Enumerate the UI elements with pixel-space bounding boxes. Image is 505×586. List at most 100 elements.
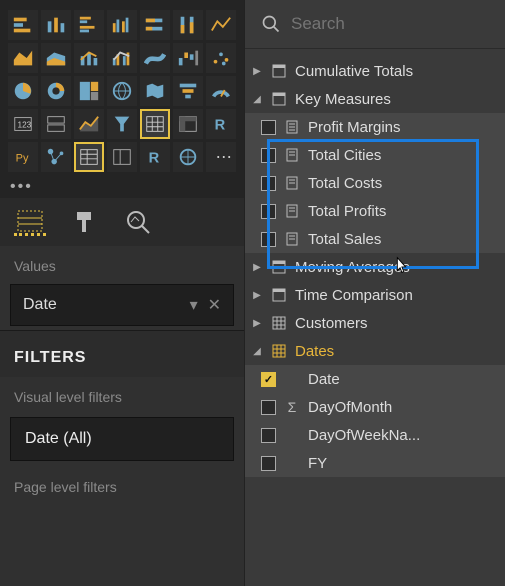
- viz-card-icon[interactable]: 123: [8, 109, 38, 139]
- field-profit-margins[interactable]: Profit Margins: [245, 113, 505, 141]
- viz-slicer-icon[interactable]: [107, 109, 137, 139]
- collapse-icon[interactable]: ◢: [251, 94, 263, 105]
- field-total-costs[interactable]: Total Costs: [245, 169, 505, 197]
- viz-python-icon[interactable]: Py: [8, 142, 38, 172]
- field-fy[interactable]: FY: [245, 449, 505, 477]
- values-dropdown-icon[interactable]: ▾: [190, 295, 198, 315]
- checkbox[interactable]: [261, 428, 276, 443]
- field-total-sales[interactable]: Total Sales: [245, 225, 505, 253]
- expand-icon[interactable]: ▶: [251, 290, 263, 301]
- table-icon: [271, 343, 287, 359]
- viz-clustered-bar-icon[interactable]: [74, 10, 104, 40]
- viz-kpi-icon[interactable]: [74, 109, 104, 139]
- viz-scatter-icon[interactable]: [206, 43, 236, 73]
- field-tree: ▶ Cumulative Totals ◢ Key Measures Profi…: [245, 49, 505, 586]
- viz-donut-icon[interactable]: [41, 76, 71, 106]
- field-total-cities[interactable]: Total Cities: [245, 141, 505, 169]
- node-label: DayOfMonth: [308, 399, 392, 416]
- node-label: FY: [308, 455, 327, 472]
- viz-ribbon-icon[interactable]: [140, 43, 170, 73]
- viz-r-script-icon[interactable]: R: [206, 109, 236, 139]
- viz-line-clustered-column-icon[interactable]: [107, 43, 137, 73]
- node-label: Date: [308, 371, 340, 388]
- table-moving-averages[interactable]: ▶ Moving Averages: [245, 253, 505, 281]
- table-key-measures[interactable]: ◢ Key Measures: [245, 85, 505, 113]
- search-input[interactable]: [291, 14, 505, 34]
- svg-text:R: R: [215, 118, 226, 134]
- viz-multi-row-card-icon[interactable]: [41, 109, 71, 139]
- viz-gauge-icon[interactable]: [206, 76, 236, 106]
- table-customers[interactable]: ▶ Customers: [245, 309, 505, 337]
- measure-icon: [284, 231, 300, 247]
- viz-funnel-icon[interactable]: [173, 76, 203, 106]
- checkbox[interactable]: [261, 456, 276, 471]
- viz-table-icon[interactable]: [140, 109, 170, 139]
- expand-icon[interactable]: ▶: [251, 318, 263, 329]
- viz-line-icon[interactable]: [206, 10, 236, 40]
- viz-map-icon[interactable]: [107, 76, 137, 106]
- node-label: Profit Margins: [308, 119, 401, 136]
- table-time-comparison[interactable]: ▶ Time Comparison: [245, 281, 505, 309]
- checkbox[interactable]: [261, 400, 276, 415]
- viz-custom-visual-icon[interactable]: [74, 142, 104, 172]
- checkbox[interactable]: [261, 120, 276, 135]
- search-row: [245, 0, 505, 49]
- viz-stacked-bar-icon[interactable]: [8, 10, 38, 40]
- node-label: Total Sales: [308, 231, 381, 248]
- fields-tab[interactable]: [14, 208, 46, 236]
- viz-treemap-icon[interactable]: [74, 76, 104, 106]
- viz-arcgis-icon[interactable]: [173, 142, 203, 172]
- checkbox[interactable]: [261, 232, 276, 247]
- node-label: Dates: [295, 343, 334, 360]
- expand-icon[interactable]: ▶: [251, 262, 263, 273]
- viz-filled-map-icon[interactable]: [140, 76, 170, 106]
- visual-filter-item[interactable]: Date (All): [10, 417, 234, 461]
- viz-100-stacked-column-icon[interactable]: [173, 10, 203, 40]
- field-day-of-week[interactable]: DayOfWeekNa...: [245, 421, 505, 449]
- node-label: Moving Averages: [295, 259, 410, 276]
- node-label: Total Costs: [308, 175, 382, 192]
- viz-waterfall-icon[interactable]: [173, 43, 203, 73]
- measure-table-icon: [271, 91, 287, 107]
- checkbox[interactable]: [261, 176, 276, 191]
- node-label: Key Measures: [295, 91, 391, 108]
- viz-qna-icon[interactable]: R: [140, 142, 170, 172]
- expand-icon[interactable]: ▶: [251, 66, 263, 77]
- values-well[interactable]: Date ▾ ✕: [10, 284, 234, 326]
- viz-gallery: 123 R Py R ⋯: [0, 0, 244, 176]
- checkbox[interactable]: [261, 148, 276, 163]
- measure-icon: [284, 175, 300, 191]
- checkbox-checked[interactable]: ✓: [261, 372, 276, 387]
- table-dates[interactable]: ◢ Dates: [245, 337, 505, 365]
- analytics-tab[interactable]: [122, 208, 154, 236]
- values-remove-icon[interactable]: ✕: [208, 295, 221, 315]
- viz-stacked-column-icon[interactable]: [41, 10, 71, 40]
- visual-filters-label: Visual level filters: [0, 377, 244, 411]
- svg-text:R: R: [149, 151, 160, 167]
- viz-pie-icon[interactable]: [8, 76, 38, 106]
- field-day-of-month[interactable]: Σ DayOfMonth: [245, 393, 505, 421]
- viz-100-stacked-bar-icon[interactable]: [140, 10, 170, 40]
- table-cumulative-totals[interactable]: ▶ Cumulative Totals: [245, 57, 505, 85]
- viz-more-ellipsis[interactable]: •••: [0, 176, 244, 198]
- viz-area-icon[interactable]: [8, 43, 38, 73]
- viz-clustered-column-icon[interactable]: [107, 10, 137, 40]
- blank-icon: [284, 427, 300, 443]
- viz-key-influencers-icon[interactable]: [41, 142, 71, 172]
- format-tab[interactable]: [68, 208, 100, 236]
- field-date[interactable]: ✓ Date: [245, 365, 505, 393]
- collapse-icon[interactable]: ◢: [251, 346, 263, 357]
- filters-header: FILTERS: [0, 330, 244, 377]
- measure-icon: [284, 119, 300, 135]
- svg-text:Py: Py: [16, 153, 29, 165]
- viz-import-icon[interactable]: ⋯: [206, 142, 236, 172]
- viz-matrix-icon[interactable]: [173, 109, 203, 139]
- viz-decomposition-icon[interactable]: [107, 142, 137, 172]
- values-label: Values: [0, 246, 244, 280]
- viz-line-stacked-column-icon[interactable]: [74, 43, 104, 73]
- checkbox[interactable]: [261, 204, 276, 219]
- field-total-profits[interactable]: Total Profits: [245, 197, 505, 225]
- node-label: Total Cities: [308, 147, 381, 164]
- svg-text:123: 123: [18, 121, 32, 130]
- viz-stacked-area-icon[interactable]: [41, 43, 71, 73]
